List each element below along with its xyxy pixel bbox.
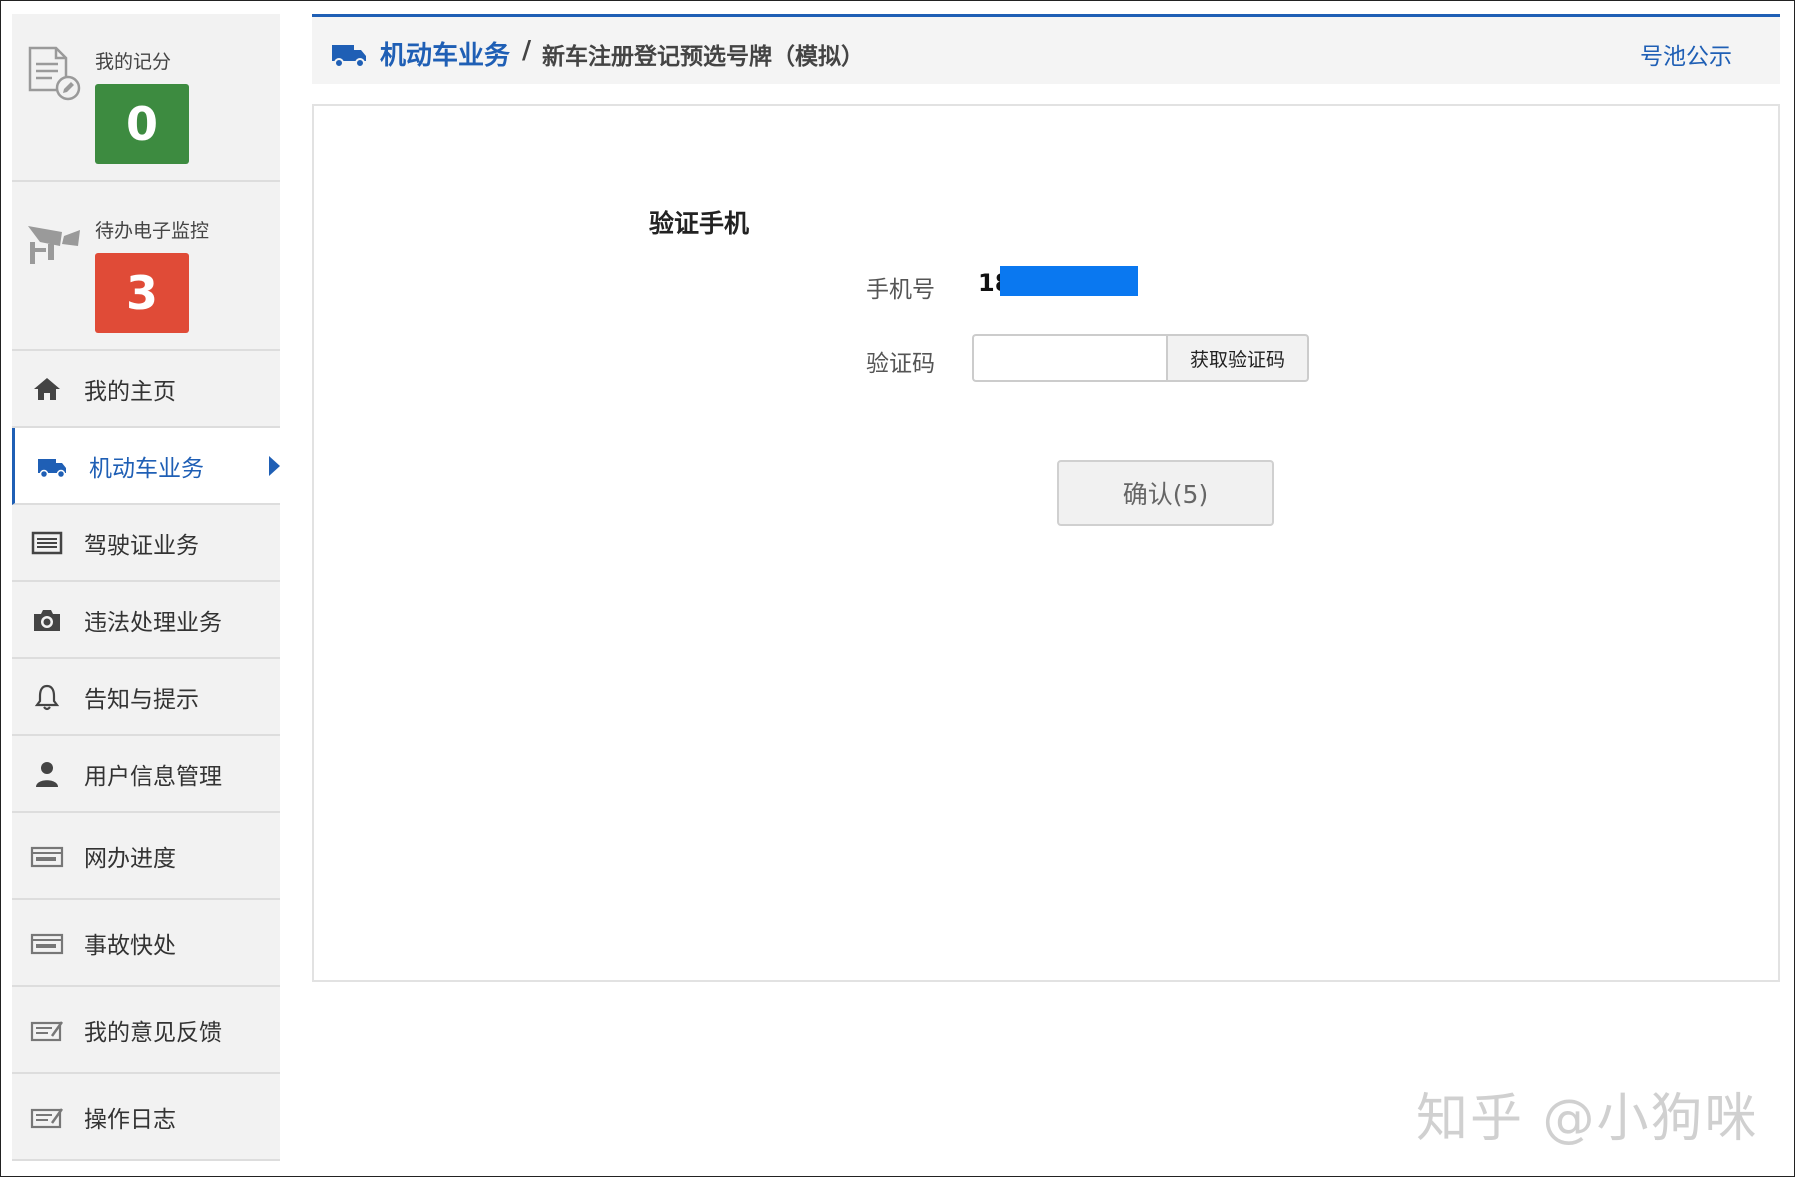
caret-right-icon <box>269 456 280 476</box>
confirm-button[interactable]: 确认(5) <box>1057 460 1274 526</box>
sidebar-item-vehicle[interactable]: 机动车业务 <box>12 428 280 505</box>
accident-card-icon <box>30 928 64 958</box>
code-label: 验证码 <box>866 351 935 377</box>
log-card-icon <box>30 1102 64 1132</box>
sidebar-item-label: 操作日志 <box>84 1106 176 1133</box>
score-label: 我的记分 <box>95 51 172 73</box>
sidebar-item-label: 违法处理业务 <box>84 609 222 636</box>
monitoring-badge[interactable]: 3 <box>95 253 189 333</box>
get-code-button[interactable]: 获取验证码 <box>1166 334 1309 382</box>
verification-code-input[interactable] <box>972 334 1168 382</box>
truck-icon <box>35 451 69 481</box>
page-header: 机动车业务 / 新车注册登记预选号牌（模拟） 号池公示 <box>312 14 1780 84</box>
list-card-icon <box>30 528 64 558</box>
user-icon <box>30 759 64 789</box>
sidebar-item-label: 告知与提示 <box>84 686 199 713</box>
camera-icon <box>30 605 64 635</box>
redaction-box <box>1000 266 1138 296</box>
bell-icon <box>30 682 64 712</box>
sidebar-item-label: 用户信息管理 <box>84 763 222 790</box>
verify-phone-title: 验证手机 <box>649 209 750 238</box>
sidebar-item-label: 事故快处 <box>84 932 176 959</box>
watermark: 知乎 @小狗咪 <box>1416 1089 1759 1149</box>
feedback-card-icon <box>30 1015 64 1045</box>
sidebar-item-progress[interactable]: 网办进度 <box>12 813 280 900</box>
breadcrumb-current: 新车注册登记预选号牌（模拟） <box>542 44 864 70</box>
surveillance-camera-icon <box>28 226 80 264</box>
sidebar-item-log[interactable]: 操作日志 <box>12 1074 280 1161</box>
home-icon <box>30 374 64 404</box>
sidebar-item-label: 驾驶证业务 <box>84 532 199 559</box>
monitoring-label: 待办电子监控 <box>95 220 210 242</box>
sidebar-item-license[interactable]: 驾驶证业务 <box>12 505 280 582</box>
pool-notice-link[interactable]: 号池公示 <box>1640 37 1732 71</box>
phone-label: 手机号 <box>866 277 935 303</box>
progress-card-icon <box>30 841 64 871</box>
sidebar-item-notice[interactable]: 告知与提示 <box>12 659 280 736</box>
sidebar-item-home[interactable]: 我的主页 <box>12 351 280 428</box>
document-edit-icon <box>28 46 81 101</box>
sidebar-item-feedback[interactable]: 我的意见反馈 <box>12 987 280 1074</box>
sidebar: 我的记分 0 待办电子监控 3 我的主页 机动车业务 驾驶证业务 违法处理业务 … <box>12 14 280 1161</box>
sidebar-item-label: 我的主页 <box>84 378 176 405</box>
score-card-points[interactable]: 我的记分 0 <box>12 14 280 182</box>
breadcrumb-main[interactable]: 机动车业务 <box>380 35 510 72</box>
score-card-monitoring[interactable]: 待办电子监控 3 <box>12 182 280 351</box>
sidebar-item-label: 机动车业务 <box>89 455 204 482</box>
sidebar-item-label: 网办进度 <box>84 845 176 872</box>
main-panel: 验证手机 手机号 18 验证码 获取验证码 确认(5) <box>312 104 1780 982</box>
points-badge[interactable]: 0 <box>95 84 189 164</box>
breadcrumb-separator: / <box>522 35 532 64</box>
truck-icon <box>332 45 366 68</box>
sidebar-item-accident[interactable]: 事故快处 <box>12 900 280 987</box>
sidebar-item-label: 我的意见反馈 <box>84 1019 222 1046</box>
sidebar-item-user-info[interactable]: 用户信息管理 <box>12 736 280 813</box>
sidebar-item-violation[interactable]: 违法处理业务 <box>12 582 280 659</box>
